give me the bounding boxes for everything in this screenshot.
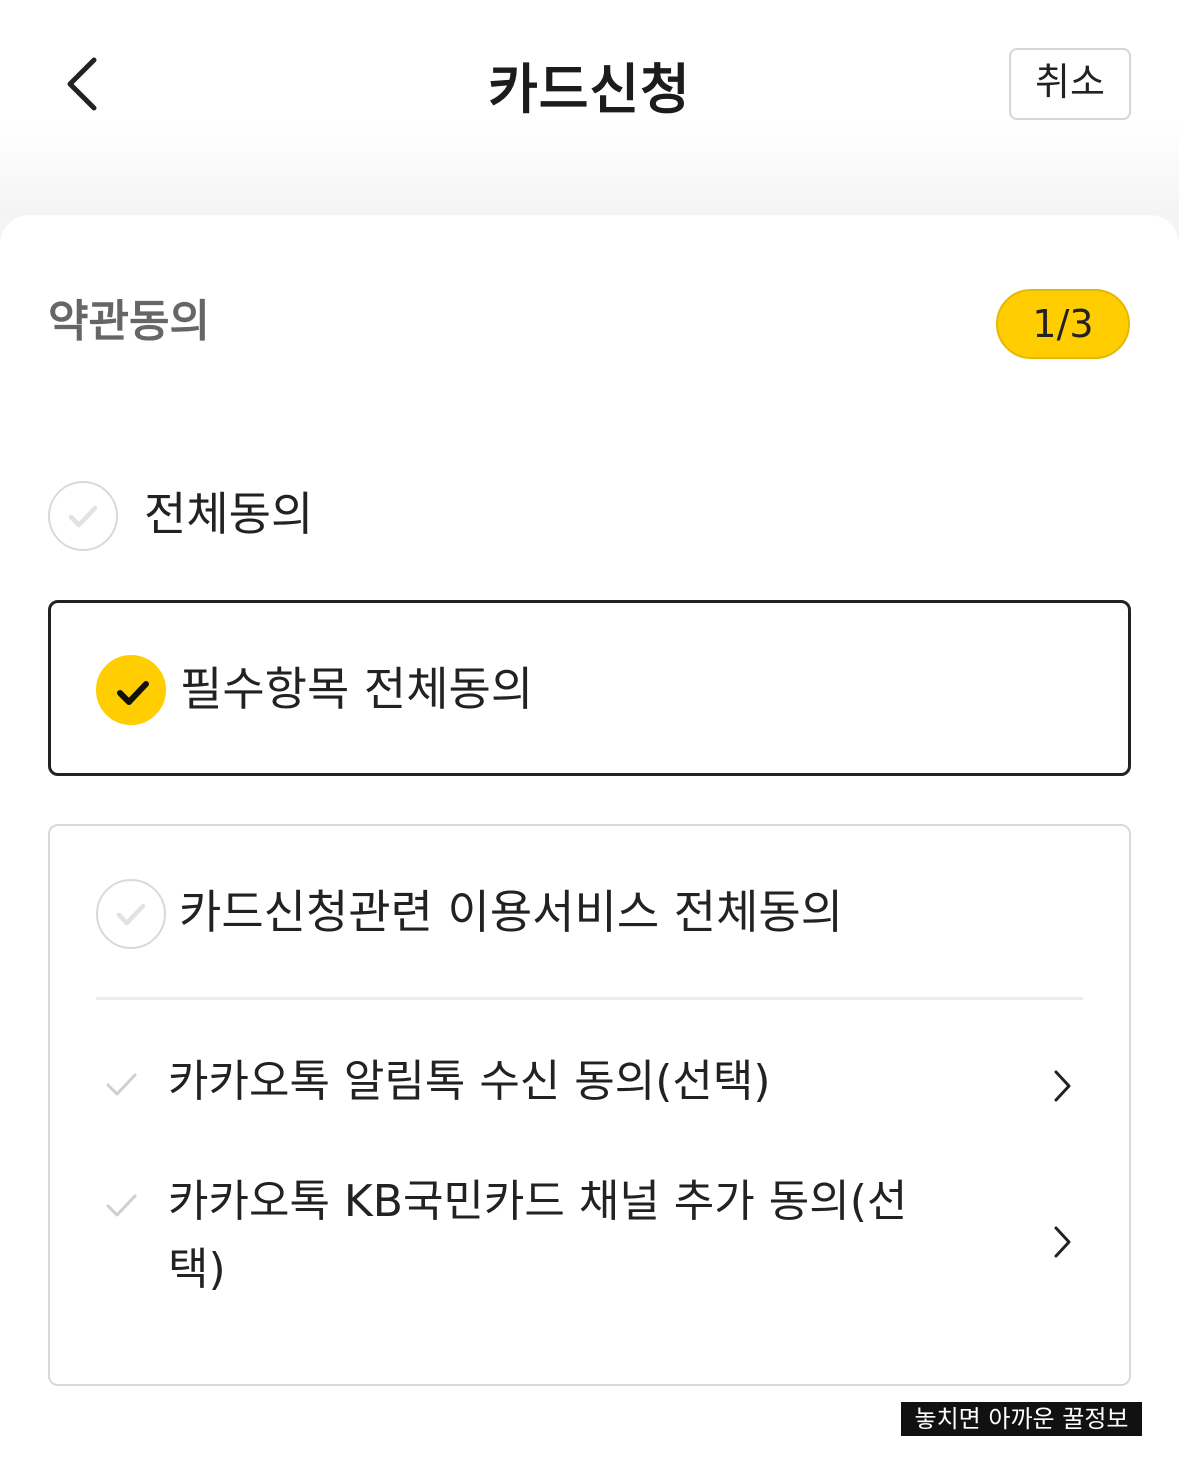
agree-all-checkbox[interactable] bbox=[48, 481, 118, 551]
check-icon bbox=[106, 1194, 137, 1217]
optional-agree-all-checkbox[interactable] bbox=[96, 879, 166, 949]
required-agree-label: 필수항목 전체동의 bbox=[180, 662, 534, 716]
chevron-right-icon[interactable] bbox=[1047, 1066, 1077, 1106]
section-title: 약관동의 bbox=[48, 296, 210, 347]
watermark: 놓치면 아까운 꿀정보 bbox=[901, 1402, 1142, 1436]
check-icon bbox=[117, 681, 149, 705]
check-icon bbox=[106, 1073, 137, 1096]
required-agree-box[interactable]: 필수항목 전체동의 bbox=[48, 600, 1131, 776]
optional-agree-all-row[interactable]: 카드신청관련 이용서비스 전체동의 bbox=[50, 876, 1129, 956]
required-agree-checkbox[interactable] bbox=[96, 655, 166, 725]
step-badge: 1/3 bbox=[996, 289, 1130, 359]
optional-agree-box: 카드신청관련 이용서비스 전체동의 카카오톡 알림톡 수신 동의(선택) 카카오… bbox=[48, 824, 1131, 1386]
chevron-right-icon[interactable] bbox=[1047, 1222, 1077, 1262]
term-item-alimtalk[interactable]: 카카오톡 알림톡 수신 동의(선택) bbox=[50, 1048, 1129, 1120]
divider bbox=[96, 997, 1083, 1000]
agree-all-row[interactable]: 전체동의 bbox=[48, 478, 648, 554]
check-icon bbox=[68, 505, 98, 528]
page-title: 카드신청 bbox=[488, 58, 691, 121]
agree-all-label: 전체동의 bbox=[144, 487, 314, 541]
check-icon bbox=[116, 903, 146, 926]
term-item-label: 카카오톡 알림톡 수신 동의(선택) bbox=[168, 1056, 771, 1107]
term-item-label: 카카오톡 KB국민카드 채널 추가 동의(선택) bbox=[168, 1176, 908, 1295]
app-header: 카드신청 취소 bbox=[0, 0, 1179, 215]
term-item-kb-channel[interactable]: 카카오톡 KB국민카드 채널 추가 동의(선택) bbox=[50, 1168, 1129, 1308]
cancel-button[interactable]: 취소 bbox=[1009, 48, 1131, 120]
optional-agree-all-label: 카드신청관련 이용서비스 전체동의 bbox=[179, 885, 844, 939]
